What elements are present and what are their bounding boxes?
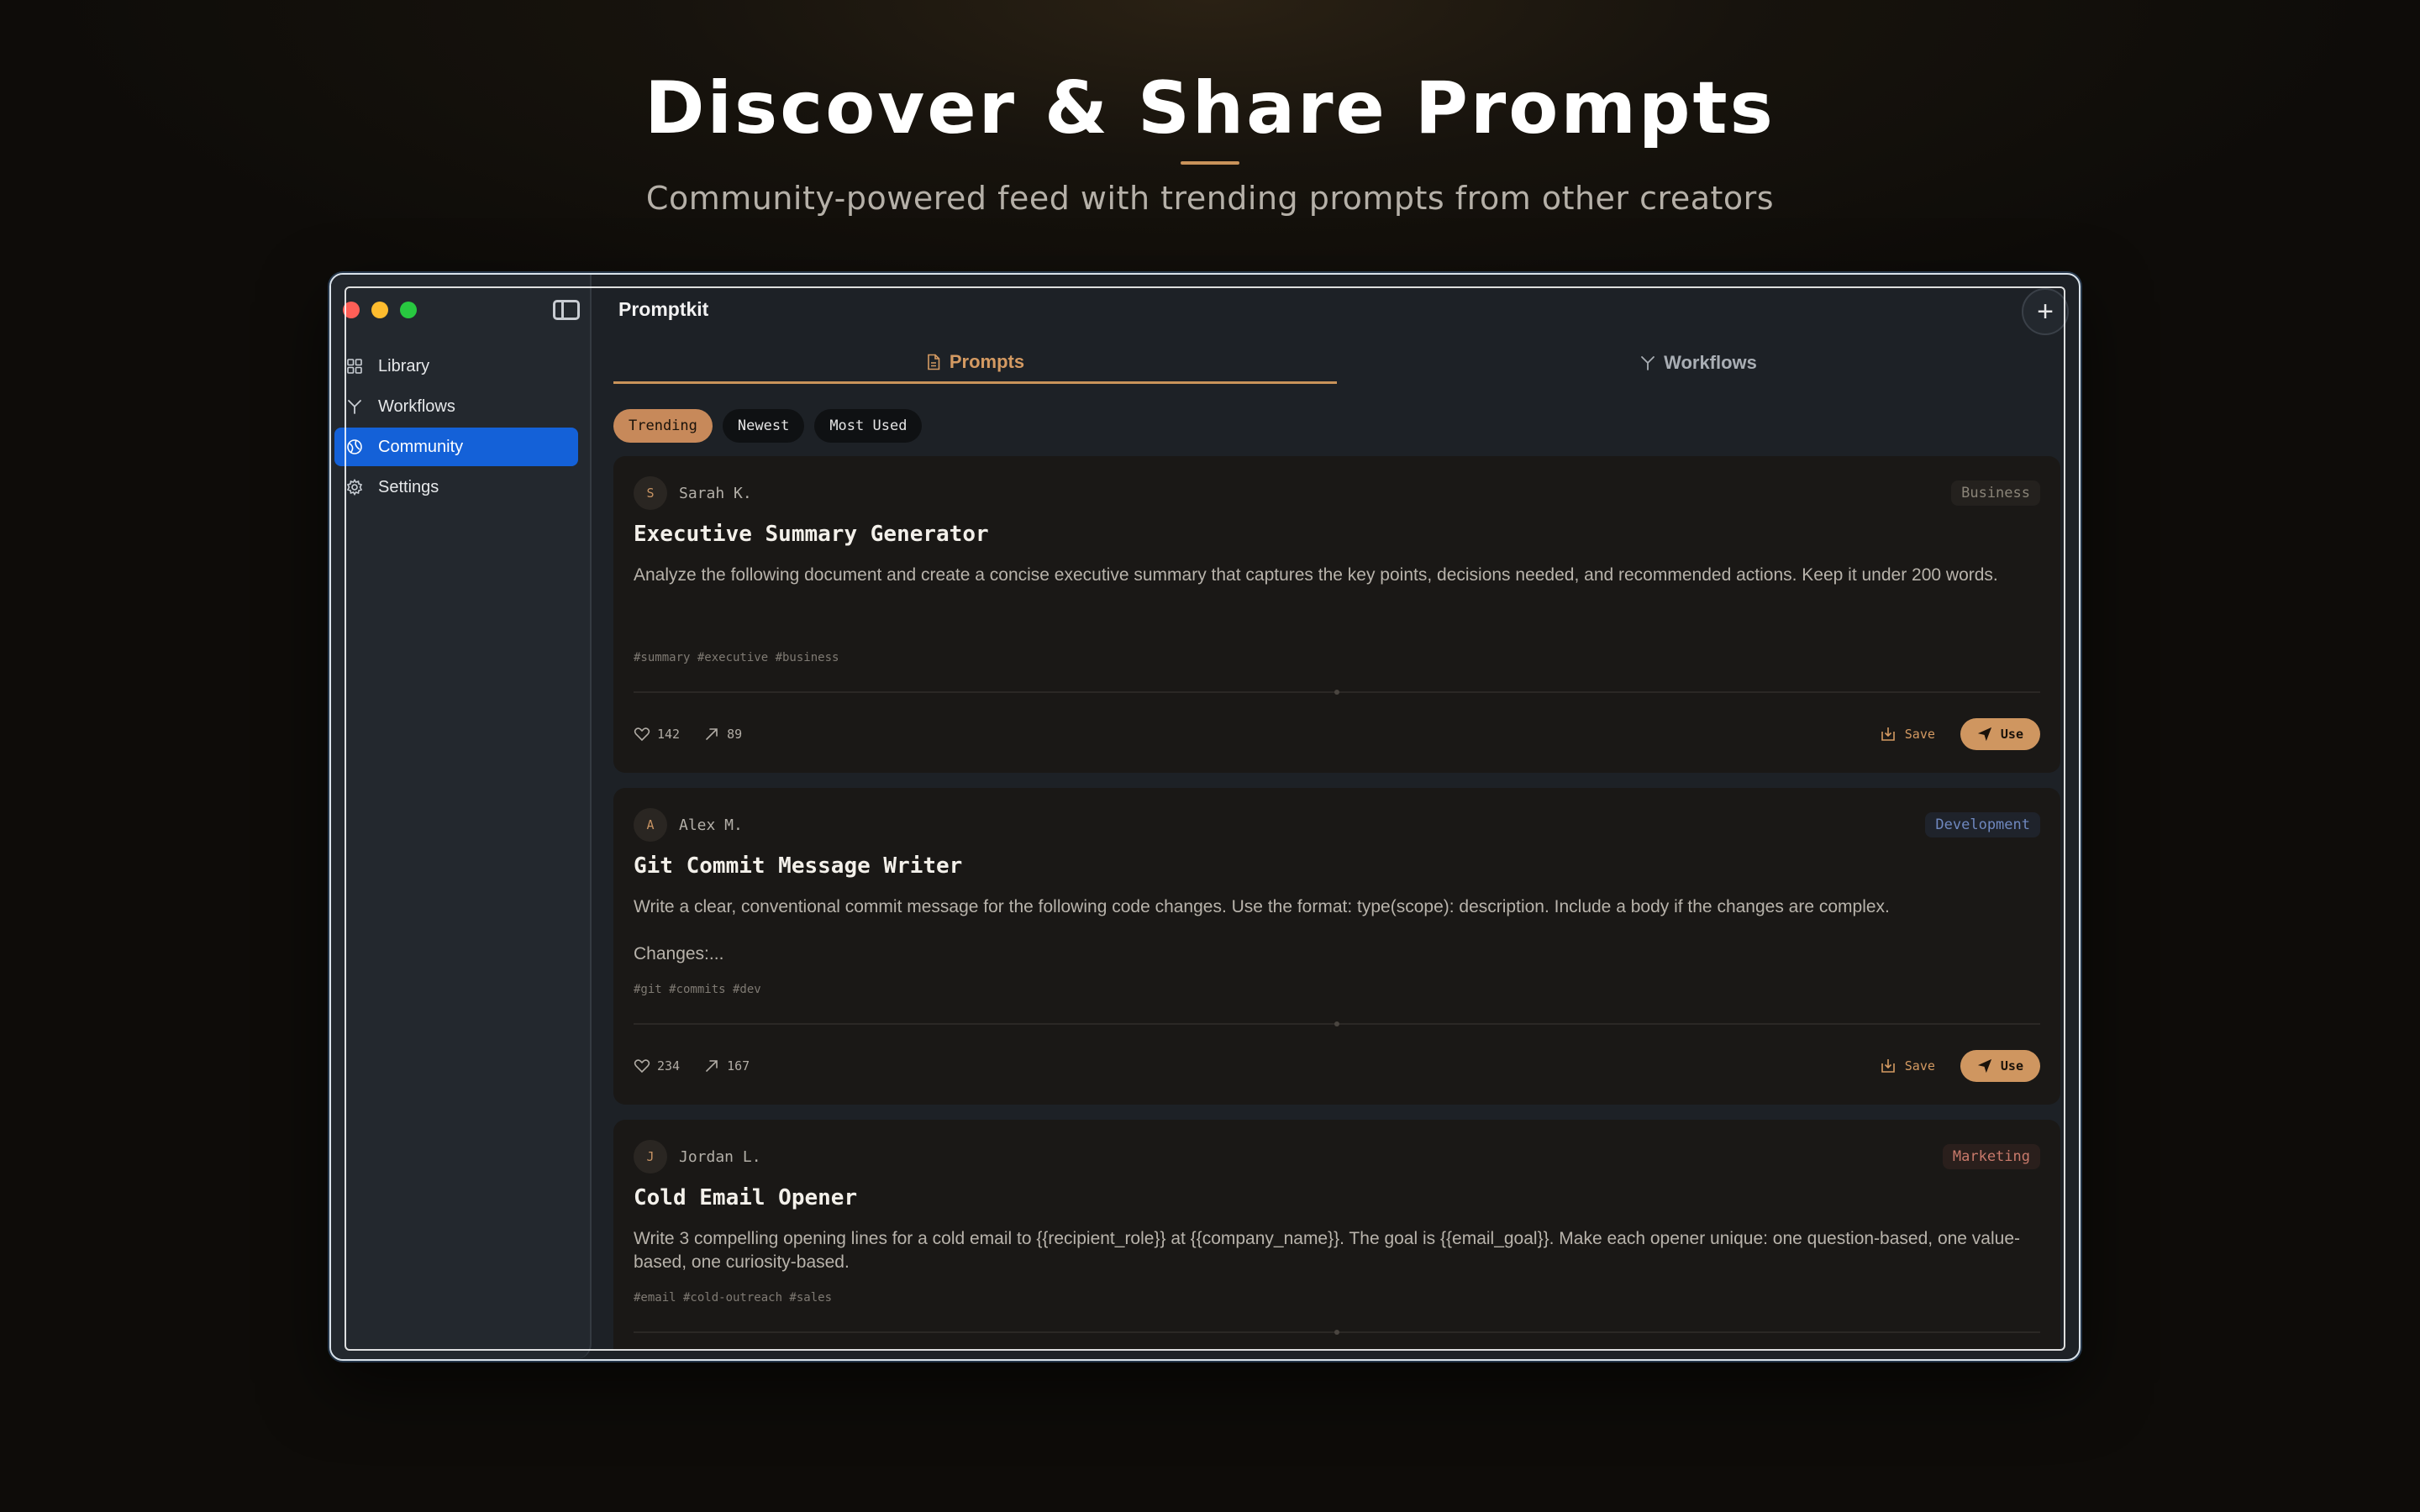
card-title: Git Commit Message Writer xyxy=(634,853,963,879)
app-title: Promptkit xyxy=(618,298,709,320)
card-title: Executive Summary Generator xyxy=(634,522,989,547)
card-tags: #email #cold-outreach #sales xyxy=(634,1291,833,1305)
card-header: J Jordan L. Marketing xyxy=(634,1140,2040,1173)
window-controls xyxy=(343,302,417,318)
card-description: Write 3 compelling opening lines for a c… xyxy=(634,1227,2040,1274)
heart-icon xyxy=(634,1059,650,1074)
share-stat[interactable]: 89 xyxy=(703,726,742,743)
card-description: Write a clear, conventional commit messa… xyxy=(634,895,2040,966)
description-text: Write a clear, conventional commit messa… xyxy=(634,897,1890,916)
avatar: A xyxy=(634,808,667,842)
sidebar-item-label: Community xyxy=(378,437,464,456)
category-badge: Business xyxy=(1951,480,2040,506)
avatar: J xyxy=(634,1140,667,1173)
arrow-up-right-icon xyxy=(706,728,718,740)
filter-trending[interactable]: Trending xyxy=(613,409,713,443)
tab-bar: Prompts Workflows xyxy=(613,342,2060,384)
author-name[interactable]: Sarah K. xyxy=(679,485,752,502)
divider xyxy=(634,691,2040,693)
use-button[interactable]: Use xyxy=(1960,1050,2040,1082)
sidebar-item-library[interactable]: Library xyxy=(331,347,578,386)
close-window-button[interactable] xyxy=(343,302,360,318)
prompt-card[interactable]: S Sarah K. Business Executive Summary Ge… xyxy=(613,456,2060,773)
hero: Discover & Share Prompts Community-power… xyxy=(0,59,2420,217)
sidebar-nav: Library Workflows Community Settings xyxy=(331,347,578,508)
like-count: 142 xyxy=(657,727,681,742)
card-header: S Sarah K. Business xyxy=(634,476,2040,510)
hero-title: Discover & Share Prompts xyxy=(644,66,1776,150)
title-underline xyxy=(1181,161,1239,165)
hero-subtitle: Community-powered feed with trending pro… xyxy=(645,180,1775,217)
save-icon xyxy=(1881,1059,1895,1073)
category-badge: Development xyxy=(1925,812,2040,837)
tab-label: Workflows xyxy=(1664,352,1757,373)
filter-chips: Trending Newest Most Used xyxy=(613,409,923,443)
divider xyxy=(634,1023,2040,1025)
heart-icon xyxy=(634,727,650,742)
sidebar-item-community[interactable]: Community xyxy=(334,428,578,466)
send-icon xyxy=(1977,1058,1992,1074)
tab-prompts[interactable]: Prompts xyxy=(613,342,1337,384)
use-label: Use xyxy=(2000,727,2023,742)
minimize-window-button[interactable] xyxy=(371,302,388,318)
save-label: Save xyxy=(1904,1058,1935,1074)
use-button[interactable]: Use xyxy=(1960,718,2040,750)
main-panel: Promptkit + Prompts Workflows Trending N… xyxy=(592,275,2079,1359)
app-window: Library Workflows Community Settings Pro… xyxy=(329,273,2081,1361)
send-icon xyxy=(1977,727,1992,742)
filter-newest[interactable]: Newest xyxy=(722,409,805,443)
use-label: Use xyxy=(2000,1058,2023,1074)
sidebar-item-label: Workflows xyxy=(378,396,455,416)
save-button[interactable]: Save xyxy=(1880,726,1935,743)
sidebar: Library Workflows Community Settings xyxy=(331,275,592,1359)
arrow-up-right-icon xyxy=(706,1060,718,1072)
grid-icon xyxy=(347,359,362,374)
card-tags: #git #commits #dev xyxy=(634,983,761,996)
card-description: Analyze the following document and creat… xyxy=(634,564,2040,587)
description-text: Analyze the following document and creat… xyxy=(634,565,1998,585)
branch-icon xyxy=(1641,356,1655,370)
zoom-window-button[interactable] xyxy=(400,302,417,318)
gear-icon xyxy=(346,479,363,496)
sidebar-item-label: Settings xyxy=(378,477,439,496)
globe-icon xyxy=(347,439,362,454)
divider xyxy=(634,1331,2040,1333)
prompt-card[interactable]: J Jordan L. Marketing Cold Email Opener … xyxy=(613,1120,2060,1351)
save-icon xyxy=(1881,727,1895,741)
sidebar-item-workflows[interactable]: Workflows xyxy=(331,387,578,426)
plus-icon: + xyxy=(2037,296,2054,328)
share-stat[interactable]: 167 xyxy=(703,1058,750,1074)
tab-workflows[interactable]: Workflows xyxy=(1337,342,2060,384)
save-button[interactable]: Save xyxy=(1880,1058,1935,1074)
description-text-continued: Changes:... xyxy=(634,944,724,963)
tab-label: Prompts xyxy=(949,350,1025,372)
branch-icon xyxy=(348,400,361,414)
avatar: S xyxy=(634,476,667,510)
sidebar-item-label: Library xyxy=(378,356,430,375)
filter-most-used[interactable]: Most Used xyxy=(814,409,923,443)
author-name[interactable]: Jordan L. xyxy=(679,1148,761,1166)
category-badge: Marketing xyxy=(1942,1144,2040,1169)
card-header: A Alex M. Development xyxy=(634,808,2040,842)
prompt-feed: S Sarah K. Business Executive Summary Ge… xyxy=(613,456,2060,1351)
like-count: 234 xyxy=(657,1058,681,1074)
card-title: Cold Email Opener xyxy=(634,1185,858,1210)
share-count: 167 xyxy=(727,1058,750,1074)
prompt-card[interactable]: A Alex M. Development Git Commit Message… xyxy=(613,788,2060,1105)
card-footer: 234 167 Save Use xyxy=(634,1050,2040,1082)
like-button[interactable]: 142 xyxy=(634,726,680,743)
like-button[interactable]: 234 xyxy=(634,1058,680,1074)
sidebar-toggle-icon[interactable] xyxy=(553,300,580,320)
description-text: Write 3 compelling opening lines for a c… xyxy=(634,1229,2021,1272)
card-footer: 142 89 Save Use xyxy=(634,718,2040,750)
save-label: Save xyxy=(1904,727,1935,742)
author-name[interactable]: Alex M. xyxy=(679,816,743,834)
document-icon xyxy=(928,354,940,370)
sidebar-item-settings[interactable]: Settings xyxy=(331,468,578,507)
add-button[interactable]: + xyxy=(2022,288,2069,335)
share-count: 89 xyxy=(727,727,743,742)
card-tags: #summary #executive #business xyxy=(634,651,839,664)
